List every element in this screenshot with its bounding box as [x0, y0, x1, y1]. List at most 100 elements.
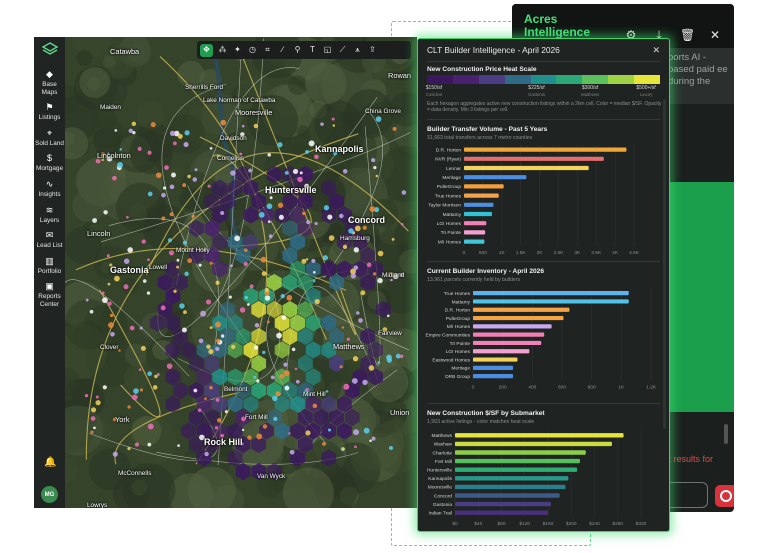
sidebar-item-base-maps[interactable]: ◆ Base Maps: [34, 69, 65, 96]
bar[interactable]: [473, 365, 514, 370]
price-per-sf-chart: $0 $40 $80 $120 $160 $200 $240 $280 $320 Matthews…: [427, 431, 647, 527]
listing-dot: [294, 367, 298, 371]
x-tick-label: 400: [528, 384, 536, 390]
trash-icon[interactable]: 🗑: [680, 28, 695, 43]
bar[interactable]: [455, 510, 548, 515]
shape-icon[interactable]: ◱: [322, 44, 333, 56]
heat-scale-tick: $500+/sf Luxury: [636, 85, 655, 97]
bar[interactable]: [464, 239, 485, 244]
category-label: LGI Homes: [446, 349, 471, 355]
bar[interactable]: [455, 493, 560, 498]
bar[interactable]: [473, 340, 542, 346]
listing-dot: [179, 303, 185, 309]
bar[interactable]: [464, 211, 492, 217]
bar[interactable]: [464, 156, 604, 161]
person-icon[interactable]: ✦: [232, 44, 243, 56]
bar[interactable]: [473, 291, 629, 296]
x-tick-label: 1K: [499, 250, 506, 256]
map-label-mooresville: Mooresville: [235, 108, 273, 117]
listing-dot: [254, 345, 258, 350]
listing-dot: [204, 451, 209, 457]
bell-icon[interactable]: 🔔: [44, 457, 56, 468]
terrain-patch: [131, 479, 148, 496]
listing-dot: [362, 379, 368, 386]
listing-dot: [400, 223, 404, 226]
listing-dot: [368, 365, 375, 371]
upload-icon[interactable]: ⇪: [367, 44, 378, 56]
bar[interactable]: [473, 332, 545, 337]
bar[interactable]: [464, 230, 486, 235]
listing-dot: [371, 436, 376, 441]
listing-dot: [172, 141, 177, 146]
listing-dot: [314, 222, 318, 226]
bar[interactable]: [455, 467, 578, 472]
bar[interactable]: [473, 357, 518, 362]
bar[interactable]: [473, 315, 564, 321]
bar[interactable]: [464, 147, 627, 152]
bar[interactable]: [455, 484, 566, 490]
listing-dot: [102, 297, 108, 304]
sidebar-item-portfolio[interactable]: ▥ Portfolio: [34, 256, 65, 276]
sidebar-item-layers[interactable]: ≋ Layers: [34, 205, 65, 225]
map-view[interactable]: Catawba Sherrills Ford Rowan Maiden Lake Nor…: [65, 37, 417, 508]
sidebar-item-listings[interactable]: ⚑ Listings: [34, 102, 65, 122]
close-icon[interactable]: ✕: [708, 28, 722, 43]
listing-dot: [289, 449, 295, 455]
chat-message: ports AI -based paid ee during the: [662, 48, 734, 104]
compass-icon[interactable]: ◷: [247, 44, 258, 56]
bar[interactable]: [455, 450, 586, 455]
listing-dot: [220, 210, 225, 216]
bar[interactable]: [473, 299, 629, 304]
bar[interactable]: [473, 307, 570, 312]
map-label-lake-norman-of-catawba: Lake Norman of Catawba: [203, 97, 276, 104]
sidebar-item-reports-center[interactable]: ▣ Reports Center: [34, 281, 65, 308]
terrain-patch: [131, 415, 162, 447]
listing-dot: [267, 220, 271, 223]
listing-dot: [308, 140, 315, 147]
listing-dot: [312, 270, 316, 274]
bar[interactable]: [464, 221, 487, 226]
bar[interactable]: [464, 184, 504, 189]
bar[interactable]: [464, 202, 494, 207]
listing-dot: [288, 432, 291, 435]
sidebar-item-sold-land[interactable]: ⌖ Sold Land: [34, 128, 65, 148]
sidebar-item-mortgage[interactable]: $ Mortgage: [34, 153, 65, 173]
pin-icon[interactable]: ⚲: [292, 44, 303, 56]
panel-scrollbar[interactable]: [663, 99, 666, 429]
listing-dot: [187, 258, 193, 264]
bar[interactable]: [455, 476, 569, 481]
text-icon[interactable]: T: [307, 44, 318, 56]
bar[interactable]: [455, 501, 551, 507]
sidebar-item-lead-list[interactable]: ✉ Lead List: [34, 230, 65, 250]
chat-scrollbar[interactable]: [724, 424, 728, 444]
line-icon[interactable]: ∕: [277, 44, 288, 56]
listing-dot: [305, 430, 311, 436]
select-icon[interactable]: ⌗: [262, 44, 273, 56]
pointer-icon[interactable]: ✥: [200, 43, 213, 57]
bar[interactable]: [455, 433, 624, 438]
bar[interactable]: [473, 324, 552, 329]
bar[interactable]: [464, 165, 589, 171]
logo-icon[interactable]: [41, 42, 58, 58]
listing-dot: [346, 337, 350, 341]
avatar[interactable]: MG: [41, 486, 58, 503]
category-label: D.R. Horton: [445, 308, 471, 314]
lasso-icon[interactable]: ⁂: [217, 44, 228, 56]
ruler-icon[interactable]: ⟋: [337, 44, 348, 56]
bar[interactable]: [455, 458, 580, 464]
listing-dot: [176, 258, 180, 262]
bar[interactable]: [473, 349, 530, 354]
sidebar-item-insights[interactable]: ∿ Insights: [34, 179, 65, 199]
bar[interactable]: [464, 175, 527, 180]
heat-scale-swatch: [504, 75, 531, 84]
listing-dot: [348, 228, 354, 234]
record-button[interactable]: [715, 485, 734, 507]
measure-icon[interactable]: ⩚: [352, 44, 363, 56]
close-icon[interactable]: ✕: [652, 45, 660, 56]
heat-tick-note: Gastonia: [528, 91, 545, 97]
bar[interactable]: [464, 193, 499, 198]
bar[interactable]: [455, 441, 612, 447]
bar[interactable]: [473, 374, 514, 379]
listing-dot: [244, 295, 248, 300]
listing-dot: [276, 332, 282, 339]
